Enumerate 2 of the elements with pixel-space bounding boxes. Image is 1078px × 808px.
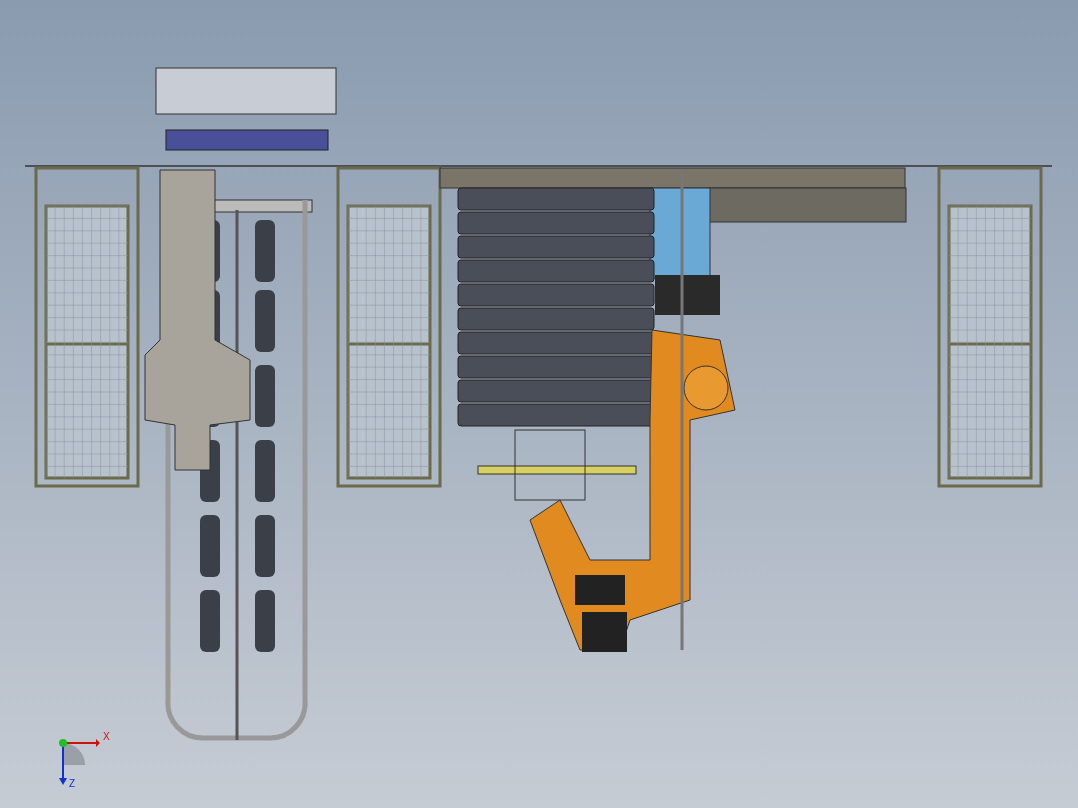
- z-axis-label: Z: [69, 779, 76, 789]
- x-axis-label: X: [103, 732, 110, 742]
